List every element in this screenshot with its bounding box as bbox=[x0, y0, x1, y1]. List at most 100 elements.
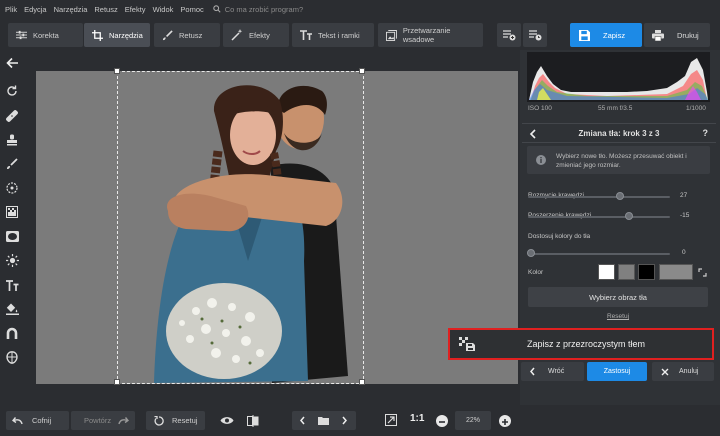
slider-edge-expand-track[interactable] bbox=[528, 216, 670, 218]
tab-korekta[interactable]: Korekta bbox=[8, 23, 83, 47]
rotate-tool[interactable] bbox=[4, 83, 20, 99]
text-tool-icon bbox=[5, 279, 18, 291]
paintbrush-icon bbox=[7, 158, 18, 169]
cancel-button[interactable]: Anuluj bbox=[652, 362, 714, 381]
apply-button[interactable]: Zastosuj bbox=[587, 362, 647, 381]
brush-icon bbox=[162, 29, 173, 40]
stamp-icon bbox=[7, 134, 17, 146]
reset-label: Resetuj bbox=[172, 416, 198, 425]
save-transparent-button[interactable]: Zapisz z przezroczystym tłem bbox=[448, 328, 714, 360]
tab-tekst-i-ramki[interactable]: Tekst i ramki bbox=[292, 23, 374, 47]
search-box[interactable]: Co ma zrobić program? bbox=[213, 5, 303, 14]
tab-retusz[interactable]: Retusz bbox=[154, 23, 220, 47]
list-clock-icon bbox=[528, 30, 541, 41]
redo-icon bbox=[118, 416, 130, 424]
slider-label-color-match: Dostosuj kolory do tła bbox=[528, 233, 591, 240]
presets-add-button[interactable] bbox=[497, 23, 521, 47]
text-tool[interactable] bbox=[4, 277, 20, 293]
tab-label: Narzędzia bbox=[109, 30, 143, 40]
slider-edge-blur-knob[interactable] bbox=[616, 192, 624, 200]
compare-icon[interactable] bbox=[247, 415, 259, 427]
undo-button[interactable]: Cofnij bbox=[6, 411, 69, 430]
expand-icon[interactable] bbox=[698, 268, 707, 277]
folder-icon[interactable] bbox=[318, 416, 329, 425]
save-button[interactable]: Zapisz bbox=[570, 23, 642, 47]
print-button[interactable]: Drukuj bbox=[644, 23, 710, 47]
menu-help[interactable]: Pomoc bbox=[180, 5, 203, 14]
resize-handle-bottom-left[interactable] bbox=[114, 379, 120, 385]
cancel-label: Anuluj bbox=[679, 368, 699, 375]
magnet-tool[interactable] bbox=[4, 325, 20, 341]
chevron-left-icon bbox=[530, 367, 535, 376]
color-swatch-black[interactable] bbox=[638, 264, 655, 280]
target-icon bbox=[6, 182, 18, 194]
brush-tool[interactable] bbox=[4, 156, 20, 172]
menu-edit[interactable]: Edycja bbox=[24, 5, 47, 14]
zoom-in-button[interactable] bbox=[499, 415, 511, 427]
face-shield-icon bbox=[6, 350, 18, 364]
menu-file[interactable]: Plik bbox=[5, 5, 17, 14]
menu-view[interactable]: Widok bbox=[153, 5, 174, 14]
menu-bar: Plik Edycja Narzędzia Retusz Efekty Wido… bbox=[0, 0, 720, 18]
menu-tools[interactable]: Narzędzia bbox=[54, 5, 88, 14]
zoom-value[interactable]: 22% bbox=[455, 411, 491, 430]
slider-color-match-knob[interactable] bbox=[527, 249, 535, 257]
vignette-tool[interactable] bbox=[4, 228, 20, 244]
rotate-icon bbox=[7, 85, 17, 96]
eye-icon[interactable] bbox=[220, 416, 234, 425]
resize-handle-top-left[interactable] bbox=[114, 68, 120, 74]
tab-label: Retusz bbox=[179, 30, 203, 40]
slider-color-match-track[interactable] bbox=[528, 253, 670, 255]
transparent-save-icon bbox=[459, 337, 475, 351]
chevron-left-icon[interactable] bbox=[529, 129, 537, 139]
fill-tool[interactable] bbox=[4, 301, 20, 317]
slider-edge-expand-knob[interactable] bbox=[625, 212, 633, 220]
left-toolbar bbox=[0, 50, 24, 405]
color-swatch-white[interactable] bbox=[598, 264, 615, 280]
navigation-group bbox=[292, 411, 356, 430]
light-tool[interactable] bbox=[4, 252, 20, 268]
reset-button[interactable]: Resetuj bbox=[146, 411, 205, 430]
color-swatch-gray[interactable] bbox=[618, 264, 635, 280]
tab-efekty[interactable]: Efekty bbox=[223, 23, 289, 47]
slider-value-edge-expand: -15 bbox=[680, 212, 690, 219]
selection-box[interactable] bbox=[114, 68, 365, 385]
reset-link[interactable]: Resetuj bbox=[528, 313, 708, 320]
gradient-tool[interactable] bbox=[4, 204, 20, 220]
resize-handle-top-right[interactable] bbox=[359, 68, 365, 74]
slider-edge-blur-track[interactable] bbox=[528, 196, 670, 198]
radial-tool[interactable] bbox=[4, 180, 20, 196]
tab-przetwarzanie-wsadowe[interactable]: Przetwarzanie wsadowe bbox=[378, 23, 483, 47]
paint-bucket-icon bbox=[5, 303, 19, 315]
tab-label: Tekst i ramki bbox=[318, 30, 360, 40]
choose-background-button[interactable]: Wybierz obraz tła bbox=[528, 287, 708, 307]
clone-stamp-tool[interactable] bbox=[4, 132, 20, 148]
plus-icon bbox=[502, 419, 508, 425]
chevron-left-icon[interactable] bbox=[299, 416, 306, 425]
chevron-right-icon[interactable] bbox=[341, 416, 348, 425]
vignette-icon bbox=[5, 230, 19, 242]
exif-iso: ISO 100 bbox=[528, 105, 552, 112]
save-transparent-label: Zapisz z przezroczystym tłem bbox=[527, 339, 646, 349]
presets-history-button[interactable] bbox=[523, 23, 547, 47]
zoom-out-button[interactable] bbox=[436, 415, 448, 427]
healing-tool[interactable] bbox=[4, 108, 20, 124]
back-button[interactable]: Wróć bbox=[521, 362, 584, 381]
fit-screen-icon[interactable] bbox=[385, 414, 397, 426]
close-icon bbox=[661, 368, 669, 375]
help-icon[interactable]: ? bbox=[703, 128, 709, 138]
retouch-face-tool[interactable] bbox=[4, 349, 20, 365]
ratio-label[interactable]: 1:1 bbox=[410, 413, 424, 424]
info-box: Wybierz nowe tło. Możesz przesuwać obiek… bbox=[527, 146, 710, 174]
tab-label: Efekty bbox=[249, 30, 270, 40]
bandage-icon bbox=[6, 110, 18, 122]
color-swatch-custom[interactable] bbox=[659, 264, 693, 280]
menu-effects[interactable]: Efekty bbox=[125, 5, 146, 14]
back-arrow-tool[interactable] bbox=[4, 55, 20, 71]
redo-button[interactable]: Powtórz bbox=[71, 411, 135, 430]
floppy-icon bbox=[579, 29, 590, 41]
menu-retouch[interactable]: Retusz bbox=[94, 5, 117, 14]
resize-handle-bottom-right[interactable] bbox=[359, 379, 365, 385]
histogram-graph bbox=[529, 58, 708, 100]
tab-narzedzia[interactable]: Narzędzia bbox=[84, 23, 150, 47]
